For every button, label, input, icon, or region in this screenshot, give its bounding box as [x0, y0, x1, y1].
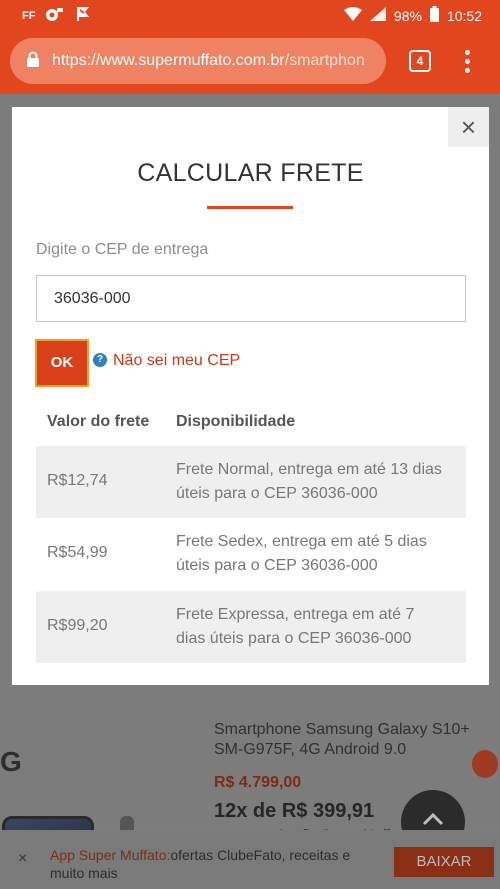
tab-switcher-button[interactable]: 4 — [409, 50, 431, 72]
battery-icon — [429, 6, 439, 25]
wheel-icon — [45, 6, 65, 25]
shipping-row: R$99,20 Frete Expressa, entrega em até 7… — [36, 591, 466, 663]
header-shipping-value: Valor do frete — [47, 413, 150, 430]
url-text: https://www.supermuffato.com.br/smartpho… — [52, 52, 365, 70]
browser-toolbar: https://www.supermuffato.com.br/smartpho… — [0, 30, 500, 94]
banner-text: App Super Muffato:ofertas ClubeFato, rec… — [50, 846, 370, 882]
help-icon: ? — [93, 353, 107, 367]
carousel-arrow-button — [472, 750, 498, 778]
section-heading-fragment: G — [0, 746, 22, 777]
address-bar[interactable]: https://www.supermuffato.com.br/smartpho… — [10, 38, 386, 84]
cep-input[interactable] — [36, 275, 466, 322]
product-price: R$ 4.799,00 — [214, 774, 302, 791]
shipping-description: Frete Sedex, entrega em até 5 dias úteis… — [176, 533, 427, 574]
url-host: https://www.supermuffato.com.br — [52, 52, 285, 69]
title-divider — [207, 206, 293, 209]
flag-icon — [75, 6, 91, 25]
wifi-icon — [343, 7, 362, 24]
modal-title: CALCULAR FRETE — [137, 159, 364, 187]
app-download-banner: × App Super Muffato:ofertas ClubeFato, r… — [0, 830, 500, 889]
download-app-button[interactable]: BAIXAR — [394, 847, 494, 877]
shipping-description: Frete Normal, entrega em até 13 dias úte… — [176, 461, 442, 502]
battery-percent: 98% — [393, 7, 422, 24]
overflow-menu-icon[interactable] — [458, 48, 476, 74]
banner-close-icon[interactable]: × — [18, 850, 27, 868]
chevron-up-icon — [422, 812, 444, 826]
product-installment: 12x de R$ 399,91 — [214, 800, 375, 822]
url-path: /smartphon — [284, 52, 365, 69]
lock-icon — [26, 51, 40, 72]
shipping-price: R$99,20 — [47, 617, 108, 634]
shipping-description: Frete Expressa, entrega em até 7 dias út… — [176, 606, 415, 647]
status-bar-right: 98% 10:52 — [343, 6, 482, 25]
product-name: Smartphone Samsung Galaxy S10+ SM-G975F,… — [214, 721, 470, 758]
status-bar: FF 98% 10:52 — [0, 0, 500, 30]
ok-button[interactable]: OK — [35, 339, 89, 387]
status-bar-left: FF — [22, 6, 91, 25]
shipping-price: R$54,99 — [47, 544, 108, 561]
shipping-price: R$12,74 — [47, 472, 108, 489]
cep-label: Digite o CEP de entrega — [36, 241, 209, 258]
shipping-row: R$12,74 Frete Normal, entrega em até 13 … — [36, 446, 466, 518]
shipping-calculator-modal: × CALCULAR FRETE Digite o CEP de entrega… — [12, 107, 489, 685]
shipping-row: R$54,99 Frete Sedex, entrega em até 5 di… — [36, 518, 466, 590]
header-availability: Disponibilidade — [176, 413, 296, 430]
signal-icon — [369, 7, 386, 24]
clock: 10:52 — [446, 7, 482, 24]
ff-icon: FF — [22, 9, 36, 22]
banner-brand: App Super Muffato: — [50, 847, 171, 863]
close-modal-button[interactable]: × — [448, 107, 489, 147]
unknown-cep-link[interactable]: Não sei meu CEP — [113, 352, 240, 370]
